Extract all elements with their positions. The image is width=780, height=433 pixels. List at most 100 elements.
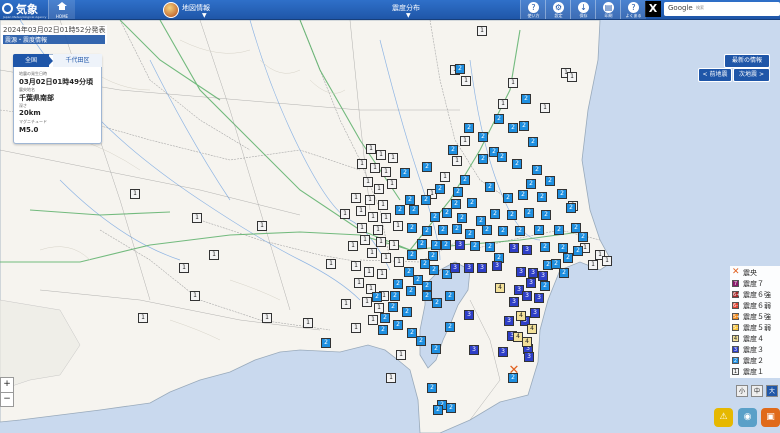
intensity-2-marker[interactable]: 2 [321,338,331,348]
layers-icon[interactable]: ▣ [761,408,780,427]
intensity-2-marker[interactable]: 2 [554,225,564,235]
intensity-1-marker[interactable]: 1 [393,221,403,231]
latest-info-button[interactable]: 最新の情報 [724,54,770,68]
intensity-1-marker[interactable]: 1 [460,136,470,146]
intensity-3-marker[interactable]: 3 [464,263,474,273]
x-share-button[interactable]: X [645,1,661,17]
intensity-1-marker[interactable]: 1 [356,206,366,216]
intensity-1-marker[interactable]: 1 [262,313,272,323]
intensity-4-marker[interactable]: 4 [516,311,526,321]
intensity-1-marker[interactable]: 1 [364,267,374,277]
intensity-1-marker[interactable]: 1 [365,195,375,205]
intensity-4-marker[interactable]: 4 [495,283,505,293]
intensity-2-marker[interactable]: 2 [416,336,426,346]
size-large-button[interactable]: 大 [766,385,778,397]
intensity-1-marker[interactable]: 1 [461,76,471,86]
intensity-1-marker[interactable]: 1 [130,189,140,199]
intensity-2-marker[interactable]: 2 [427,383,437,393]
intensity-1-marker[interactable]: 1 [381,167,391,177]
intensity-2-marker[interactable]: 2 [573,246,583,256]
intensity-2-marker[interactable]: 2 [512,159,522,169]
intensity-2-marker[interactable]: 2 [558,243,568,253]
intensity-1-marker[interactable]: 1 [362,297,372,307]
intensity-1-marker[interactable]: 1 [363,177,373,187]
next-earthquake-button[interactable]: 次地震 > [733,68,770,82]
intensity-1-marker[interactable]: 1 [360,235,370,245]
intensity-3-marker[interactable]: 3 [450,263,460,273]
intensity-1-marker[interactable]: 1 [440,172,450,182]
intensity-2-marker[interactable]: 2 [541,210,551,220]
intensity-2-marker[interactable]: 2 [405,195,415,205]
intensity-1-marker[interactable]: 1 [477,26,487,36]
intensity-1-marker[interactable]: 1 [209,250,219,260]
breadcrumb-all-japan[interactable]: 全国 [13,54,49,67]
intensity-2-marker[interactable]: 2 [422,162,432,172]
zoom-out-button[interactable]: − [1,392,13,407]
intensity-1-marker[interactable]: 1 [354,278,364,288]
intensity-2-marker[interactable]: 2 [507,210,517,220]
intensity-2-marker[interactable]: 2 [457,213,467,223]
intensity-2-marker[interactable]: 2 [545,176,555,186]
intensity-2-marker[interactable]: 2 [406,286,416,296]
intensity-1-marker[interactable]: 1 [192,213,202,223]
intensity-2-marker[interactable]: 2 [402,307,412,317]
breadcrumb-area[interactable]: 千代田区 [53,54,102,67]
intensity-2-marker[interactable]: 2 [519,121,529,131]
intensity-2-marker[interactable]: 2 [453,187,463,197]
intensity-2-marker[interactable]: 2 [422,291,432,301]
map-info-menu[interactable]: 地図情報 ▼ [130,0,260,19]
intensity-1-marker[interactable]: 1 [341,299,351,309]
intensity-2-marker[interactable]: 2 [460,175,470,185]
intensity-1-marker[interactable]: 1 [381,213,391,223]
map-canvas[interactable]: 1111111111111111111111111111111111111111… [0,20,780,433]
intensity-2-marker[interactable]: 2 [451,199,461,209]
intensity-2-marker[interactable]: 2 [508,123,518,133]
intensity-1-marker[interactable]: 1 [388,153,398,163]
intensity-1-marker[interactable]: 1 [257,221,267,231]
intensity-1-marker[interactable]: 1 [387,179,397,189]
intensity-1-marker[interactable]: 1 [368,212,378,222]
intensity-3-marker[interactable]: 3 [492,261,502,271]
intensity-1-marker[interactable]: 1 [303,318,313,328]
intensity-2-marker[interactable]: 2 [393,279,403,289]
intensity-2-marker[interactable]: 2 [400,168,410,178]
intensity-3-marker[interactable]: 3 [516,267,526,277]
intensity-2-marker[interactable]: 2 [578,232,588,242]
intensity-1-marker[interactable]: 1 [452,156,462,166]
intensity-3-marker[interactable]: 3 [524,352,534,362]
intensity-1-marker[interactable]: 1 [190,291,200,301]
intensity-1-marker[interactable]: 1 [326,259,336,269]
intensity-distribution-menu[interactable]: 震度分布 ▼ [360,0,450,19]
intensity-2-marker[interactable]: 2 [432,298,442,308]
intensity-2-marker[interactable]: 2 [438,225,448,235]
intensity-2-marker[interactable]: 2 [372,292,382,302]
download-button[interactable]: ↓ 保存 [570,0,596,19]
intensity-2-marker[interactable]: 2 [534,225,544,235]
intensity-3-marker[interactable]: 3 [509,243,519,253]
intensity-1-marker[interactable]: 1 [357,223,367,233]
intensity-1-marker[interactable]: 1 [376,237,386,247]
intensity-3-marker[interactable]: 3 [522,291,532,301]
intensity-2-marker[interactable]: 2 [390,291,400,301]
intensity-2-marker[interactable]: 2 [431,344,441,354]
intensity-2-marker[interactable]: 2 [524,208,534,218]
intensity-1-marker[interactable]: 1 [567,72,577,82]
intensity-2-marker[interactable]: 2 [518,190,528,200]
intensity-2-marker[interactable]: 2 [421,195,431,205]
size-small-button[interactable]: 小 [736,385,748,397]
intensity-2-marker[interactable]: 2 [393,320,403,330]
intensity-1-marker[interactable]: 1 [381,253,391,263]
intensity-2-marker[interactable]: 2 [470,241,480,251]
intensity-1-marker[interactable]: 1 [351,261,361,271]
intensity-3-marker[interactable]: 3 [528,268,538,278]
intensity-2-marker[interactable]: 2 [445,291,455,301]
intensity-2-marker[interactable]: 2 [559,268,569,278]
intensity-2-marker[interactable]: 2 [378,325,388,335]
intensity-1-marker[interactable]: 1 [374,303,384,313]
print-button[interactable]: ▤ 印刷 [595,0,621,19]
intensity-1-marker[interactable]: 1 [374,184,384,194]
intensity-1-marker[interactable]: 1 [373,225,383,235]
intensity-2-marker[interactable]: 2 [452,224,462,234]
intensity-2-marker[interactable]: 2 [498,226,508,236]
intensity-3-marker[interactable]: 3 [469,345,479,355]
